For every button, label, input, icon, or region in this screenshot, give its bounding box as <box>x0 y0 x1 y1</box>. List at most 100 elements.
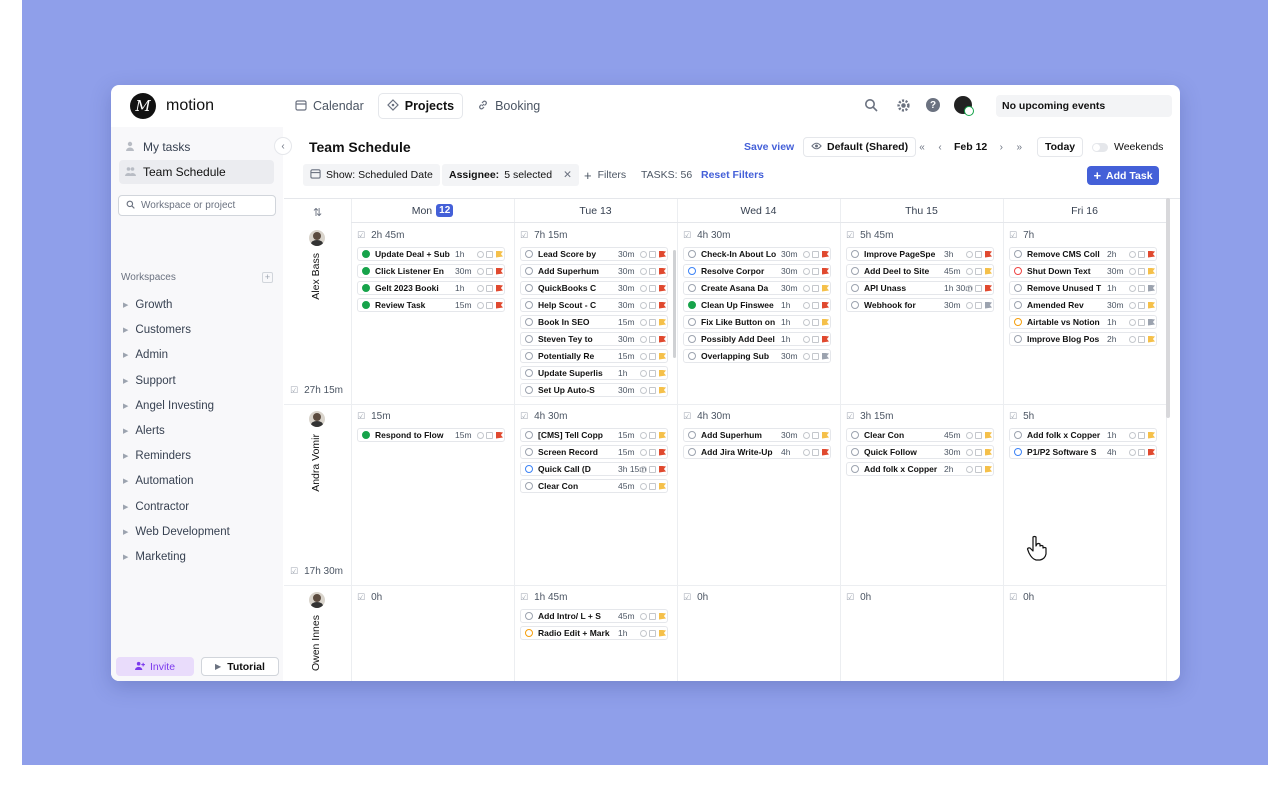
task-checkbox[interactable] <box>1014 250 1022 258</box>
sidebar-item-team-schedule[interactable]: Team Schedule <box>119 160 274 184</box>
task-card[interactable]: Set Up Auto-S 30m <box>520 383 668 397</box>
task-card[interactable]: Remove Unused T 1h <box>1009 281 1157 295</box>
collapse-sidebar-button[interactable]: ‹ <box>274 137 292 155</box>
task-checkbox[interactable] <box>525 318 533 326</box>
task-card[interactable]: Amended Rev 30m <box>1009 298 1157 312</box>
task-checkbox[interactable] <box>525 386 533 394</box>
task-checkbox[interactable] <box>525 431 533 439</box>
task-checkbox[interactable] <box>851 465 859 473</box>
task-checkbox[interactable] <box>525 284 533 292</box>
task-card[interactable]: Shut Down Text 30m <box>1009 264 1157 278</box>
prev-day-icon[interactable]: ‹ <box>931 137 949 157</box>
task-card[interactable]: Clean Up Finswee 1h <box>683 298 831 312</box>
workspace-item[interactable]: ▶ Angel Investing <box>123 400 214 412</box>
workspace-item[interactable]: ▶ Web Development <box>123 526 230 538</box>
task-checkbox[interactable] <box>1014 301 1022 309</box>
workspace-item[interactable]: ▶ Admin <box>123 349 168 361</box>
task-card[interactable]: Airtable vs Notion 1h <box>1009 315 1157 329</box>
user-avatar[interactable] <box>954 96 974 116</box>
task-checkbox[interactable] <box>851 267 859 275</box>
task-checkbox[interactable] <box>851 301 859 309</box>
task-card[interactable]: Webhook for 30m <box>846 298 994 312</box>
task-checkbox[interactable] <box>688 284 696 292</box>
task-checkbox[interactable] <box>1014 267 1022 275</box>
task-checkbox[interactable] <box>851 284 859 292</box>
task-card[interactable]: Add folk x Copper 2h <box>846 462 994 476</box>
task-card[interactable]: Improve Blog Pos 2h <box>1009 332 1157 346</box>
workspace-item[interactable]: ▶ Growth <box>123 299 172 311</box>
task-checkbox[interactable] <box>525 465 533 473</box>
task-card[interactable]: Quick Follow 30m <box>846 445 994 459</box>
task-card[interactable]: Steven Tey to 30m <box>520 332 668 346</box>
task-card[interactable]: Improve PageSpe 3h <box>846 247 994 261</box>
task-card[interactable]: Potentially Re 15m <box>520 349 668 363</box>
task-checkbox[interactable] <box>688 352 696 360</box>
task-card[interactable]: Check-In About Lo 30m <box>683 247 831 261</box>
help-icon[interactable]: ? <box>926 98 940 112</box>
task-card[interactable]: Update Deal + Sub 1h <box>357 247 505 261</box>
sidebar-item-my-tasks[interactable]: My tasks <box>119 135 274 159</box>
task-card[interactable]: Book In SEO 15m <box>520 315 668 329</box>
task-checkbox[interactable] <box>688 335 696 343</box>
workspace-item[interactable]: ▶ Automation <box>123 475 194 487</box>
workspace-search-input[interactable]: Workspace or project <box>118 195 276 216</box>
reset-filters-link[interactable]: Reset Filters <box>701 164 764 186</box>
task-card[interactable]: Add Superhum 30m <box>520 264 668 278</box>
task-card[interactable]: Add Intro/ L + S 45m <box>520 609 668 623</box>
task-checkbox[interactable] <box>362 431 370 439</box>
upcoming-events[interactable]: No upcoming events <box>996 95 1172 117</box>
task-checkbox[interactable] <box>688 267 696 275</box>
task-checkbox[interactable] <box>525 250 533 258</box>
task-card[interactable]: Add folk x Copper 1h <box>1009 428 1157 442</box>
add-workspace-icon[interactable]: + <box>262 272 273 283</box>
task-checkbox[interactable] <box>851 250 859 258</box>
task-card[interactable]: Add Deel to Site 45m <box>846 264 994 278</box>
task-checkbox[interactable] <box>1014 431 1022 439</box>
filters-button[interactable]: + Filters <box>584 164 626 186</box>
task-card[interactable]: Resolve Corpor 30m <box>683 264 831 278</box>
task-checkbox[interactable] <box>362 267 370 275</box>
gear-icon[interactable] <box>894 96 912 114</box>
task-checkbox[interactable] <box>362 301 370 309</box>
workspace-item[interactable]: ▶ Reminders <box>123 450 191 462</box>
next-day-icon[interactable]: › <box>992 137 1010 157</box>
task-checkbox[interactable] <box>525 369 533 377</box>
toggle-switch[interactable] <box>1092 142 1108 152</box>
task-card[interactable]: Radio Edit + Mark 1h <box>520 626 668 640</box>
task-card[interactable]: Add Superhum 30m <box>683 428 831 442</box>
task-card[interactable]: Help Scout - C 30m <box>520 298 668 312</box>
task-card[interactable]: Update Superlis 1h <box>520 366 668 380</box>
task-card[interactable]: P1/P2 Software S 4h <box>1009 445 1157 459</box>
task-card[interactable]: Remove CMS Coll 2h <box>1009 247 1157 261</box>
today-button[interactable]: Today <box>1037 137 1084 157</box>
task-checkbox[interactable] <box>362 284 370 292</box>
logo[interactable]: M motion <box>130 93 214 119</box>
workspace-item[interactable]: ▶ Marketing <box>123 551 186 563</box>
task-card[interactable]: Screen Record 15m <box>520 445 668 459</box>
task-card[interactable]: Clear Con 45m <box>520 479 668 493</box>
task-card[interactable]: QuickBooks C 30m <box>520 281 668 295</box>
task-card[interactable]: Clear Con 45m <box>846 428 994 442</box>
task-checkbox[interactable] <box>525 352 533 360</box>
task-checkbox[interactable] <box>1014 335 1022 343</box>
task-card[interactable]: Fix Like Button on 1h <box>683 315 831 329</box>
invite-button[interactable]: Invite <box>116 657 194 676</box>
workspace-item[interactable]: ▶ Support <box>123 375 176 387</box>
task-card[interactable]: Gelt 2023 Booki 1h <box>357 281 505 295</box>
vertical-scrollbar[interactable] <box>1166 198 1170 418</box>
task-checkbox[interactable] <box>1014 318 1022 326</box>
task-checkbox[interactable] <box>1014 284 1022 292</box>
filter-show[interactable]: Show: Scheduled Date <box>303 164 440 186</box>
view-selector[interactable]: Default (Shared) <box>803 137 917 157</box>
task-card[interactable]: Review Task 15m <box>357 298 505 312</box>
search-icon[interactable] <box>862 96 880 114</box>
task-checkbox[interactable] <box>525 301 533 309</box>
task-checkbox[interactable] <box>525 448 533 456</box>
close-icon[interactable]: ✕ <box>563 169 572 181</box>
task-card[interactable]: Create Asana Da 30m <box>683 281 831 295</box>
task-checkbox[interactable] <box>525 612 533 620</box>
add-task-button[interactable]: + Add Task <box>1087 166 1159 185</box>
nav-booking[interactable]: Booking <box>469 93 548 119</box>
workspace-item[interactable]: ▶ Contractor <box>123 501 189 513</box>
nav-calendar[interactable]: Calendar <box>287 93 372 119</box>
